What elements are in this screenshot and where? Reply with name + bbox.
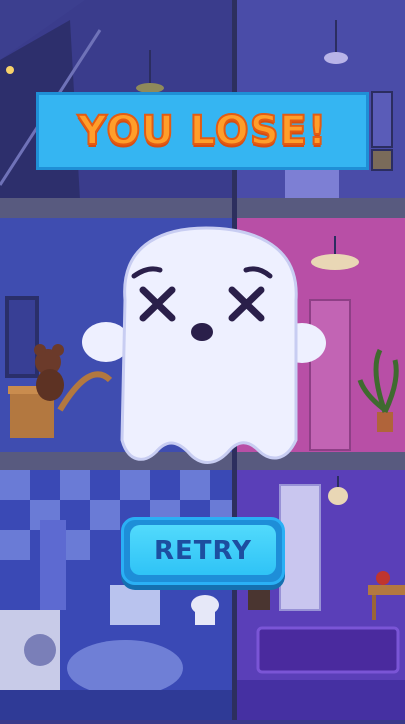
retry-button[interactable]: RETRY xyxy=(121,517,285,585)
you-lose-banner: YOU LOSE! xyxy=(36,92,369,170)
retry-button-label: RETRY xyxy=(154,536,252,566)
you-lose-title: YOU LOSE! xyxy=(77,107,328,155)
